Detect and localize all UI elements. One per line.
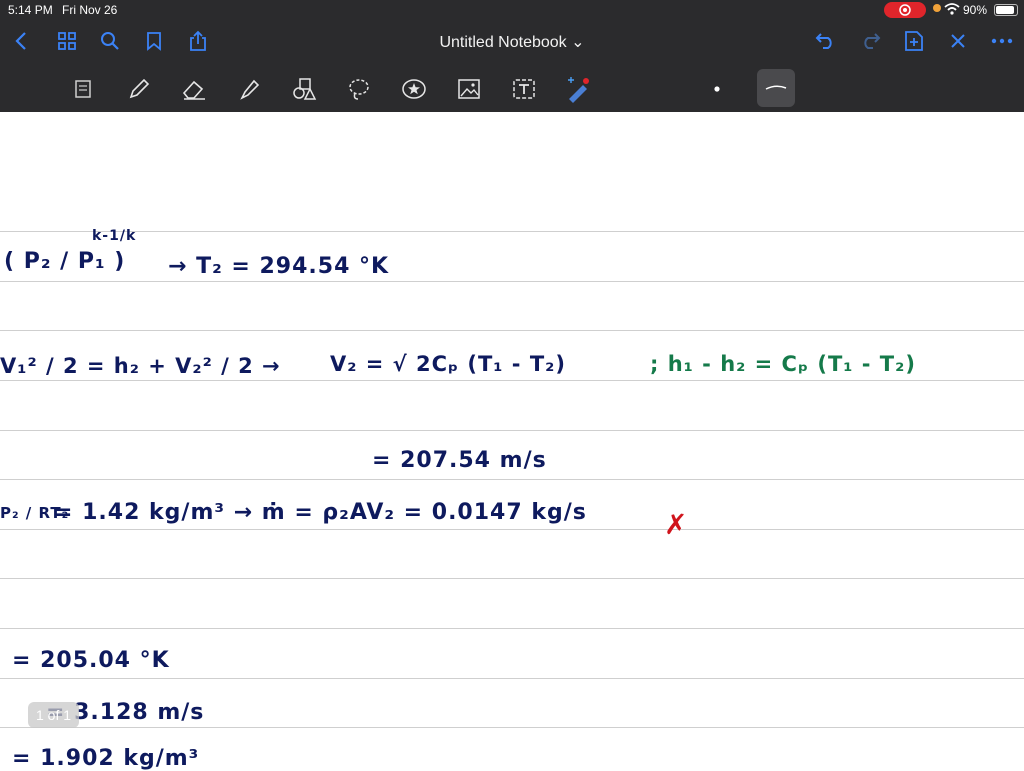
battery-percent: 90% bbox=[963, 3, 988, 17]
redo-button[interactable] bbox=[855, 26, 885, 56]
thumbnails-button[interactable] bbox=[52, 26, 82, 56]
eraser-icon bbox=[182, 80, 205, 100]
handwriting-temperature: → T₂ = 294.54 °K bbox=[168, 254, 390, 279]
handwriting-energy-equation: V₁² / 2 = h₂ + V₂² / 2 → bbox=[0, 354, 281, 378]
ruled-line bbox=[0, 281, 1024, 282]
navigation-bar: Untitled Notebook ⌄ bbox=[0, 20, 1024, 64]
redo-icon bbox=[864, 33, 881, 49]
page-indicator: 1 of 1 bbox=[28, 702, 80, 728]
handwriting-enthalpy-note: ; h₁ - h₂ = Cₚ (T₁ - T₂) bbox=[650, 352, 916, 376]
highlighter-tool[interactable] bbox=[232, 72, 266, 106]
shapes-icon bbox=[293, 78, 317, 100]
ellipsis-icon bbox=[991, 38, 1013, 44]
laser-pointer-icon bbox=[568, 77, 589, 103]
close-tools-button[interactable] bbox=[943, 26, 973, 56]
location-icon bbox=[933, 4, 941, 12]
ruled-line bbox=[0, 479, 1024, 480]
bookmark-icon bbox=[147, 32, 161, 51]
reader-icon bbox=[75, 80, 91, 98]
stroke-width-thin[interactable] bbox=[757, 69, 795, 107]
search-button[interactable] bbox=[95, 26, 125, 56]
ruled-line bbox=[0, 578, 1024, 579]
eraser-tool[interactable] bbox=[177, 72, 211, 106]
app-chrome: 5:14 PM Fri Nov 26 90% Untitled Notebook… bbox=[0, 0, 1024, 112]
status-date: Fri Nov 26 bbox=[62, 3, 118, 17]
handwriting-velocity-result: = 207.54 m/s bbox=[372, 448, 547, 473]
image-tool[interactable] bbox=[452, 72, 486, 106]
dot-icon bbox=[714, 86, 720, 92]
add-page-button[interactable] bbox=[899, 26, 929, 56]
status-time: 5:14 PM bbox=[8, 3, 53, 17]
handwriting-mass-flow: = 1.42 kg/m³ → ṁ = ρ₂AV₂ = 0.0147 kg/s bbox=[54, 500, 587, 525]
sticker-icon bbox=[402, 79, 426, 99]
battery-icon bbox=[994, 4, 1018, 16]
pen-tool[interactable] bbox=[122, 72, 156, 106]
text-icon bbox=[513, 79, 535, 99]
shapes-tool[interactable] bbox=[287, 72, 321, 106]
close-icon bbox=[951, 34, 965, 48]
undo-icon bbox=[815, 33, 832, 49]
wifi-icon bbox=[944, 3, 960, 18]
ruled-line bbox=[0, 727, 1024, 728]
handwriting-velocity-formula: V₂ = √ 2Cₚ (T₁ - T₂) bbox=[330, 352, 566, 376]
ruled-line bbox=[0, 330, 1024, 331]
handwriting-temperature-2: = 205.04 °K bbox=[12, 648, 170, 673]
share-button[interactable] bbox=[183, 26, 213, 56]
notebook-page[interactable]: ( P₂ / P₁ ) k-1/k → T₂ = 294.54 °K V₁² /… bbox=[0, 112, 1024, 771]
handwriting-ratio: ( P₂ / P₁ ) bbox=[4, 249, 126, 274]
bookmark-button[interactable] bbox=[139, 26, 169, 56]
lasso-tool[interactable] bbox=[342, 72, 376, 106]
ruled-line bbox=[0, 430, 1024, 431]
elements-tool[interactable] bbox=[397, 72, 431, 106]
lasso-icon bbox=[349, 79, 369, 100]
reader-mode-button[interactable] bbox=[66, 72, 100, 106]
stroke-width-dot[interactable] bbox=[700, 72, 734, 106]
ruled-line bbox=[0, 678, 1024, 679]
back-button[interactable] bbox=[6, 26, 36, 56]
text-tool[interactable] bbox=[507, 72, 541, 106]
pen-icon bbox=[129, 78, 150, 99]
highlighter-icon bbox=[240, 79, 260, 100]
stroke-width-icon bbox=[765, 85, 787, 90]
ruled-line bbox=[0, 529, 1024, 530]
search-icon bbox=[101, 32, 119, 50]
record-indicator-icon bbox=[884, 2, 926, 18]
handwriting-exponent: k-1/k bbox=[92, 228, 137, 244]
ruled-line bbox=[0, 380, 1024, 381]
undo-button[interactable] bbox=[811, 26, 841, 56]
grid-icon bbox=[58, 32, 76, 50]
chevron-left-icon bbox=[15, 32, 26, 50]
notebook-title[interactable]: Untitled Notebook ⌄ bbox=[400, 32, 624, 52]
tool-bar bbox=[0, 64, 1024, 112]
share-icon bbox=[190, 30, 206, 51]
ruled-line bbox=[0, 231, 1024, 232]
handwriting-error-mark: ✗ bbox=[664, 508, 689, 541]
laser-pointer-tool[interactable] bbox=[560, 72, 594, 106]
ruled-line bbox=[0, 628, 1024, 629]
add-page-icon bbox=[905, 31, 923, 51]
more-button[interactable] bbox=[987, 26, 1017, 56]
status-bar: 5:14 PM Fri Nov 26 90% bbox=[0, 0, 1024, 20]
handwriting-density-2: = 1.902 kg/m³ bbox=[12, 746, 200, 771]
image-icon bbox=[458, 79, 480, 99]
